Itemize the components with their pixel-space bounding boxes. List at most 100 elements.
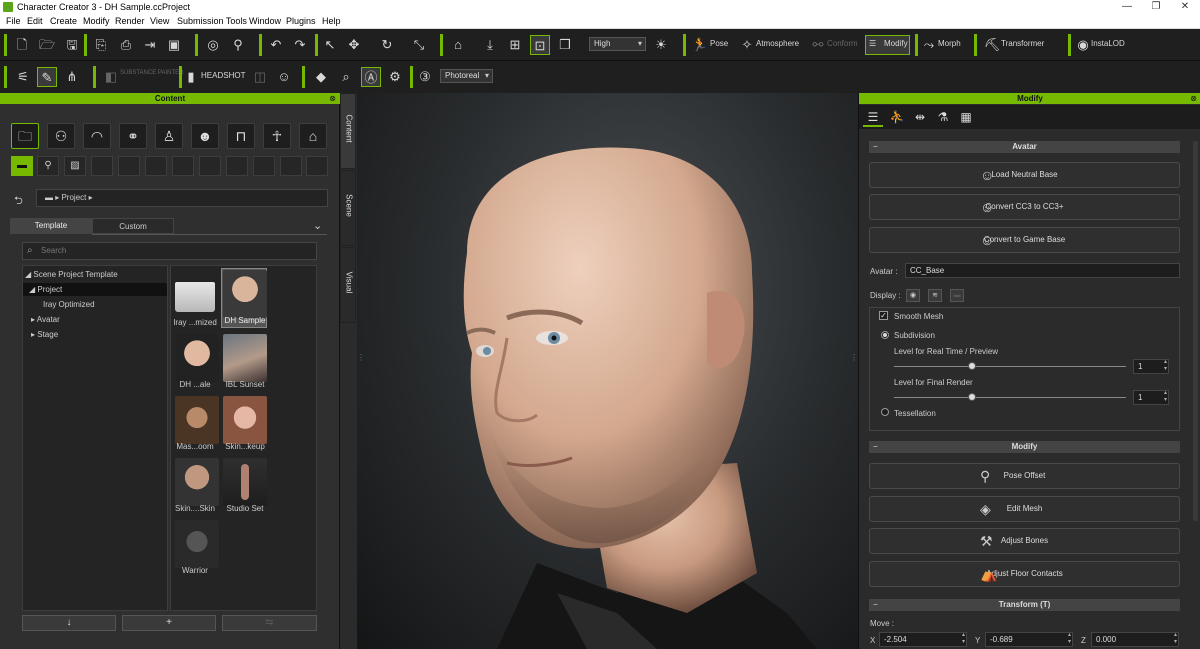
close-panel-icon[interactable]: ⊗ (1190, 93, 1197, 104)
close-panel-icon[interactable]: ⊗ (329, 93, 336, 104)
move-y-input[interactable]: -0.689 (985, 632, 1073, 647)
atmosphere-icon[interactable]: ✧ (737, 35, 757, 55)
menu-plugins[interactable]: Plugins (286, 16, 316, 26)
convert-cc3-button[interactable]: ☺ Convert CC3 to CC3+ (869, 194, 1180, 220)
material-category-icon[interactable]: ⚭ (119, 123, 147, 149)
display-eye-icon[interactable]: ◉ (906, 289, 920, 302)
skin-makeup-thumbnail[interactable] (223, 396, 267, 444)
close-icon[interactable]: ✕ (1170, 0, 1200, 14)
side-tab-content[interactable]: Content (340, 93, 356, 169)
head-icon[interactable]: ☺ (274, 67, 294, 87)
menu-edit[interactable]: Edit (27, 16, 43, 26)
3d-viewport[interactable]: ⋮ ⋮ (357, 93, 858, 649)
publish-icon[interactable]: ▣ (164, 35, 184, 55)
resize-handle-right[interactable]: ⋮ (850, 353, 858, 362)
tab-attributes-icon[interactable]: ☰ (863, 107, 883, 127)
view-mode-icon[interactable]: ⊡ (530, 35, 550, 55)
side-tab-scene[interactable]: Scene (340, 170, 356, 246)
add-button[interactable]: + (122, 615, 216, 631)
tree-item-project[interactable]: ◢ Project (23, 283, 167, 296)
mask-icon[interactable]: ◫ (250, 67, 270, 87)
move-z-input[interactable]: 0.000 (1091, 632, 1179, 647)
redo-icon[interactable]: ↷ (290, 35, 310, 55)
avatar-name-field[interactable]: CC_Base (905, 263, 1180, 278)
menu-help[interactable]: Help (322, 16, 341, 26)
tree-item-scene-project-template[interactable]: ◢ Scene Project Template (25, 268, 118, 281)
level-realtime-input[interactable]: 1 (1133, 359, 1169, 374)
tessellation-radio[interactable] (881, 408, 889, 416)
import-icon[interactable]: ⎘ (91, 35, 111, 55)
settings-sliders-icon[interactable]: ⚙ (385, 67, 405, 87)
search-input[interactable]: ⌕ Search (22, 242, 317, 260)
modify-button[interactable]: Modify (884, 39, 908, 48)
quality-dropdown[interactable]: High (589, 37, 646, 51)
undo-icon[interactable]: ↶ (266, 35, 286, 55)
figure-icon[interactable]: ⚲ (228, 35, 248, 55)
morph-button[interactable]: Morph (938, 39, 961, 48)
home-camera-icon[interactable]: ⌂ (448, 35, 468, 55)
modify-scrollbar[interactable] (1193, 141, 1198, 521)
smooth-mesh-checkbox[interactable]: ✓ (879, 311, 888, 320)
menu-submission-tools[interactable]: Submission Tools (177, 16, 247, 26)
modify-section-header[interactable]: − Modify (869, 441, 1180, 453)
morph-icon[interactable]: ⤳ (919, 35, 939, 55)
substance-icon[interactable]: ◧ (101, 67, 121, 87)
cloth-category-icon[interactable]: ♙ (155, 123, 183, 149)
menu-render[interactable]: Render (115, 16, 145, 26)
headshot-button[interactable]: HEADSHOT (201, 71, 245, 80)
render-icon[interactable]: ◎ (203, 35, 223, 55)
menu-window[interactable]: Window (249, 16, 281, 26)
instalod-button[interactable]: InstaLOD (1091, 39, 1125, 48)
move-x-input[interactable]: -2.504 (879, 632, 967, 647)
chevron-down-icon[interactable]: ⌄ (313, 219, 322, 232)
hair-category-icon[interactable]: ◠ (83, 123, 111, 149)
convert-game-base-button[interactable]: ☺ Convert to Game Base (869, 227, 1180, 253)
transformer-button[interactable]: Transformer (1001, 39, 1044, 48)
avatar-section-header[interactable]: − Avatar (869, 141, 1180, 153)
accessory-category-icon[interactable]: ⊓ (227, 123, 255, 149)
dh-sample-thumbnail[interactable] (223, 270, 267, 318)
open-folder-icon[interactable]: 🗁 (37, 35, 57, 55)
auto-icon[interactable]: Ⓐ (361, 67, 381, 87)
folder-thumbnail[interactable] (175, 282, 215, 312)
substance-painter-button[interactable]: SUBSTANCE PAINTER (120, 70, 183, 76)
head-category-icon[interactable]: ☻ (191, 123, 219, 149)
menu-file[interactable]: File (6, 16, 21, 26)
mas-room-thumbnail[interactable] (175, 396, 219, 444)
scale-icon[interactable]: ⤡ (409, 35, 429, 55)
edit-mesh-button[interactable]: ◈ Edit Mesh (869, 496, 1180, 522)
export-icon[interactable]: ⎙ (116, 35, 136, 55)
edit-material-icon[interactable]: ✎ (37, 67, 57, 87)
atmosphere-button[interactable]: Atmosphere (756, 39, 799, 48)
render-mode-dropdown[interactable]: Photoreal (440, 69, 493, 83)
menu-create[interactable]: Create (50, 16, 77, 26)
headshot-icon[interactable]: ▮ (184, 67, 198, 87)
level-realtime-knob[interactable] (968, 362, 976, 370)
render-3-icon[interactable]: ③ (415, 67, 435, 87)
avatar-subcategory-icon[interactable]: ⚲ (37, 156, 59, 176)
pose-offset-button[interactable]: ⚲ Pose Offset (869, 463, 1180, 489)
transform-section-header[interactable]: − Transform (T) (869, 599, 1180, 611)
conform-icon[interactable]: ⚯ (808, 35, 828, 55)
pose-button[interactable]: Pose (710, 39, 728, 48)
side-tab-visual[interactable]: Visual (340, 247, 356, 323)
folder-category-icon[interactable]: 🗀 (11, 123, 39, 149)
menu-modify[interactable]: Modify (83, 16, 110, 26)
load-neutral-base-button[interactable]: ☺ Load Neutral Base (869, 162, 1180, 188)
level-final-input[interactable]: 1 (1133, 390, 1169, 405)
layout-icon[interactable]: ❒ (555, 35, 575, 55)
tab-motion-icon[interactable]: ⛹ (887, 107, 907, 127)
rotate-icon[interactable]: ↻ (377, 35, 397, 55)
tab-material-icon[interactable]: ▦ (956, 107, 976, 127)
select-arrow-icon[interactable]: ↖ (320, 35, 340, 55)
level-realtime-slider[interactable] (894, 366, 1126, 367)
pose-category-icon[interactable]: ☥ (263, 123, 291, 149)
minimize-icon[interactable]: — (1112, 0, 1142, 14)
level-final-knob[interactable] (968, 393, 976, 401)
image-subcategory-icon[interactable]: ▨ (64, 156, 86, 176)
pick-icon[interactable]: ⚟ (13, 67, 33, 87)
frame-icon[interactable]: ⊞ (505, 35, 525, 55)
back-icon[interactable]: ⮌ (14, 192, 23, 211)
move-icon[interactable]: ✥ (344, 35, 364, 55)
save-icon[interactable]: 🖫 (62, 35, 82, 55)
